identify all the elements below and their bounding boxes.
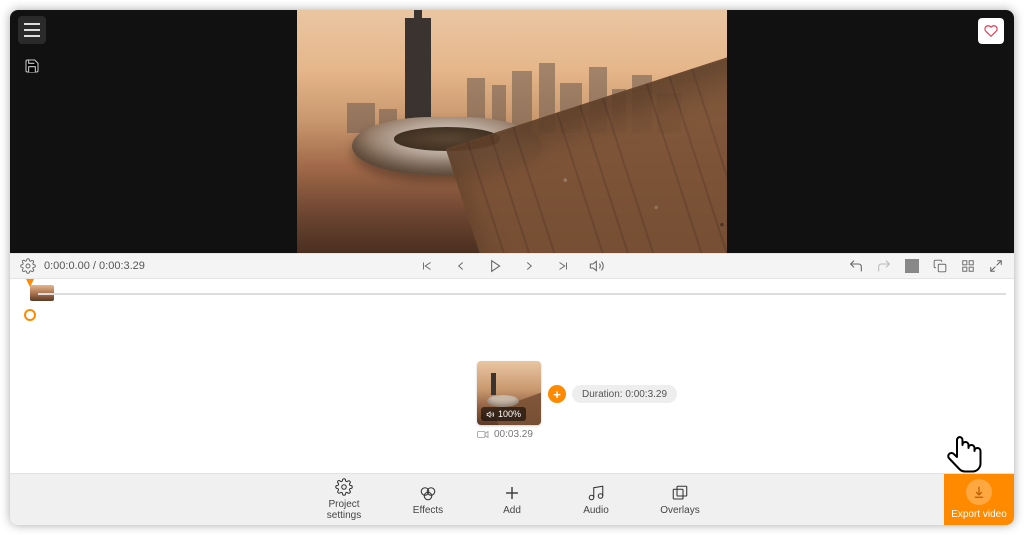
storyboard-panel: 100% + Duration: 0:00:3.29 00:03.29 [10, 325, 1014, 473]
duration-chip: Duration: 0:00:3.29 [572, 385, 677, 403]
play-icon[interactable] [487, 258, 503, 274]
camera-icon [477, 430, 489, 439]
overlays-icon [671, 484, 689, 502]
gear-icon [335, 478, 353, 496]
menu-button[interactable] [18, 16, 46, 44]
playback-settings-icon[interactable] [20, 258, 36, 274]
project-settings-button[interactable]: Project settings [320, 478, 368, 521]
clip-thumbnail[interactable]: 100% [477, 361, 541, 425]
fullscreen-icon[interactable] [988, 258, 1004, 274]
undo-icon[interactable] [848, 258, 864, 274]
add-clip-button[interactable]: + [548, 385, 566, 403]
bottom-toolbar: Project settings Effects Add Audio Overl… [10, 473, 1014, 525]
grid-layout-icon[interactable] [960, 258, 976, 274]
grid-view-icon[interactable] [904, 258, 920, 274]
clip-volume-badge: 100% [481, 407, 526, 421]
effects-icon [419, 484, 437, 502]
preview-panel [10, 10, 1014, 253]
copy-icon[interactable] [932, 258, 948, 274]
clip-meta: 00:03.29 [477, 429, 533, 440]
skip-end-icon[interactable] [555, 258, 571, 274]
effects-button[interactable]: Effects [404, 484, 452, 516]
overlays-button[interactable]: Overlays [656, 484, 704, 516]
timeline-track[interactable] [38, 293, 1006, 295]
add-button[interactable]: Add [488, 484, 536, 516]
export-video-button[interactable]: Export video [944, 474, 1014, 525]
timeline[interactable] [10, 279, 1014, 325]
time-display: 0:00:0.00 / 0:00:3.29 [44, 260, 145, 272]
video-preview[interactable] [297, 10, 727, 253]
volume-icon[interactable] [589, 258, 605, 274]
playback-bar: 0:00:0.00 / 0:00:3.29 [10, 253, 1014, 279]
redo-icon[interactable] [876, 258, 892, 274]
save-button[interactable] [18, 52, 46, 80]
music-icon [587, 484, 605, 502]
step-forward-icon[interactable] [521, 258, 537, 274]
clip-card[interactable]: 100% [477, 361, 541, 425]
playhead-handle-icon[interactable] [24, 309, 36, 321]
favorite-button[interactable] [978, 18, 1004, 44]
audio-button[interactable]: Audio [572, 484, 620, 516]
download-icon [966, 479, 992, 505]
skip-start-icon[interactable] [419, 258, 435, 274]
step-back-icon[interactable] [453, 258, 469, 274]
plus-icon [503, 484, 521, 502]
